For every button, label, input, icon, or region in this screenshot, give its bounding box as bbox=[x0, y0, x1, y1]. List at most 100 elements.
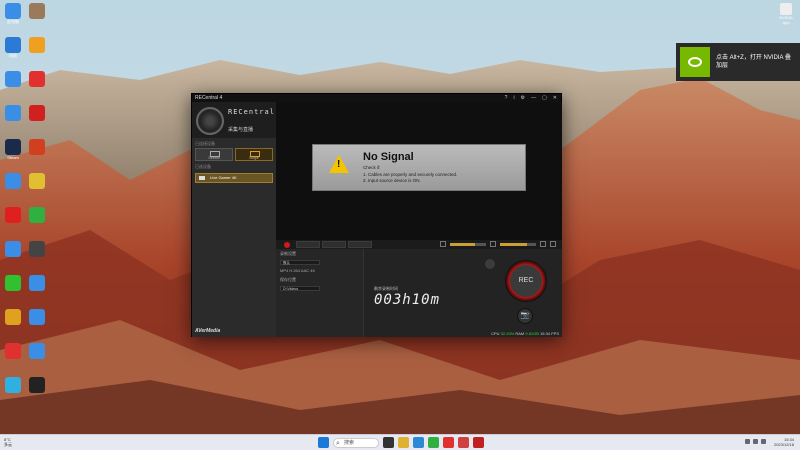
folder-field[interactable]: D:\Videos bbox=[280, 286, 320, 291]
desktop-icon[interactable] bbox=[2, 105, 24, 121]
wps-icon[interactable] bbox=[443, 437, 454, 448]
desktop-icon[interactable] bbox=[2, 343, 24, 359]
app-icon bbox=[29, 105, 45, 121]
snapshot-camera-icon[interactable]: 📷 bbox=[517, 308, 533, 324]
clock[interactable]: 15:34 2023/12/18 bbox=[774, 437, 794, 447]
record-mode-icon[interactable] bbox=[284, 241, 290, 248]
window-control-icon[interactable]: ▢ bbox=[542, 94, 547, 102]
desktop-icon[interactable] bbox=[26, 3, 48, 19]
settings-label: 录制设置 bbox=[280, 251, 296, 256]
window-control-icon[interactable]: — bbox=[531, 94, 536, 102]
app-icon bbox=[5, 3, 21, 19]
nvidia-overlay-notification[interactable]: 点击 Alt+Z，打开 NVIDIA 叠 加层 bbox=[676, 43, 800, 81]
taskbar-apps: 搜索 bbox=[318, 437, 484, 448]
desktop-icon[interactable]: Steam bbox=[2, 139, 24, 160]
ram-value: 9.51GB bbox=[525, 331, 539, 336]
timer-value: 003h10m bbox=[374, 292, 441, 308]
weather-widget[interactable]: 8°C 多云 bbox=[4, 437, 12, 447]
tab-snapshot[interactable] bbox=[322, 241, 346, 248]
desktop-icon-label: 此电脑 bbox=[7, 19, 19, 24]
app-icon bbox=[29, 139, 45, 155]
mic-slider[interactable] bbox=[500, 242, 536, 246]
control-panel: 录制设置 默认 MP4 H.264 AAC 4K 保存位置 D:\Videos … bbox=[276, 240, 562, 337]
profile-select[interactable]: 默认 bbox=[280, 260, 320, 265]
file-explorer-icon[interactable] bbox=[398, 437, 409, 448]
desktop-icon[interactable] bbox=[2, 377, 24, 393]
device-stream-button[interactable]: Stream bbox=[195, 148, 233, 161]
system-tray[interactable] bbox=[745, 439, 766, 444]
device-selector: Stream Single bbox=[192, 148, 276, 161]
pause-button[interactable] bbox=[484, 258, 496, 270]
desktop-icon[interactable]: 此电脑 bbox=[2, 3, 24, 24]
desktop-icon[interactable] bbox=[26, 173, 48, 189]
volume-slider[interactable] bbox=[450, 242, 486, 246]
desktop-icon[interactable] bbox=[2, 275, 24, 291]
fullscreen-icon[interactable] bbox=[550, 241, 556, 247]
nvidia-app-desktop-icon[interactable]: NVIDIA App bbox=[776, 3, 796, 25]
desktop-icon[interactable] bbox=[26, 139, 48, 155]
desktop-icon[interactable] bbox=[26, 241, 48, 257]
avermedia-logo: AVerMedia bbox=[195, 328, 221, 334]
clock-date: 2023/12/18 bbox=[773, 442, 794, 447]
video-preview: ! No Signal Check if: 1. Cables are prop… bbox=[276, 102, 562, 240]
remaining-time-display: 剩余录制时间 003h10m bbox=[374, 286, 440, 308]
status-time: 15:34 bbox=[540, 331, 551, 336]
mode-dial-icon[interactable] bbox=[196, 107, 224, 135]
desktop-icon[interactable] bbox=[2, 207, 24, 223]
rec-button[interactable]: REC bbox=[505, 260, 547, 302]
notification-line2: 加层 bbox=[716, 63, 729, 69]
desktop-icon[interactable] bbox=[26, 309, 48, 325]
window-control-icon[interactable]: ? bbox=[505, 94, 508, 102]
taskbar-search[interactable]: 搜索 bbox=[333, 437, 379, 448]
tray-icon[interactable] bbox=[753, 439, 758, 444]
desktop-icon[interactable] bbox=[26, 275, 48, 291]
mic-icon[interactable] bbox=[490, 241, 496, 247]
desktop-icon[interactable] bbox=[2, 241, 24, 257]
window-control-icon[interactable]: ✕ bbox=[553, 94, 557, 102]
desktop-icon[interactable] bbox=[26, 207, 48, 223]
app-icon bbox=[29, 309, 45, 325]
edge-icon[interactable] bbox=[413, 437, 424, 448]
desktop-icon[interactable] bbox=[2, 71, 24, 87]
record-settings-pane: 录制设置 默认 MP4 H.264 AAC 4K 保存位置 D:\Videos bbox=[276, 249, 364, 337]
nvidia-logo-icon bbox=[680, 47, 710, 77]
cpu-value: 32.20% bbox=[500, 331, 515, 336]
app-icon bbox=[29, 275, 45, 291]
app-icon[interactable] bbox=[458, 437, 469, 448]
app-icon bbox=[29, 71, 45, 87]
recentral-window: RECentral 4 ? i ⚙ — ▢ ✕ RECentral 采集与直播 已连接设备… bbox=[191, 93, 562, 337]
window-control-icon[interactable]: ⚙ bbox=[521, 94, 525, 102]
layout-icon[interactable] bbox=[540, 241, 546, 247]
app-icon bbox=[5, 71, 21, 87]
device-single-button[interactable]: Single bbox=[235, 148, 273, 161]
app-icon bbox=[5, 309, 21, 325]
desktop-icon[interactable] bbox=[26, 71, 48, 87]
desktop-icon[interactable] bbox=[26, 343, 48, 359]
start-button-icon[interactable] bbox=[318, 437, 329, 448]
desktop-icon-label: 网络 bbox=[9, 53, 17, 58]
tray-icon[interactable] bbox=[745, 439, 750, 444]
no-signal-dialog: ! No Signal Check if: 1. Cables are prop… bbox=[312, 144, 526, 191]
desktop-icon[interactable] bbox=[2, 309, 24, 325]
selected-device-button[interactable]: Live Gamer 4K bbox=[195, 173, 273, 183]
weather-desc: 多云 bbox=[4, 442, 12, 447]
no-signal-title: No Signal bbox=[363, 151, 414, 163]
window-control-icon[interactable]: i bbox=[513, 94, 514, 102]
tab-stream[interactable] bbox=[296, 241, 320, 248]
tray-icon[interactable] bbox=[761, 439, 766, 444]
chrome-icon[interactable] bbox=[428, 437, 439, 448]
recentral-taskbar-icon[interactable] bbox=[473, 437, 484, 448]
window-titlebar[interactable]: RECentral 4 ? i ⚙ — ▢ ✕ bbox=[192, 94, 561, 102]
app-icon bbox=[5, 241, 21, 257]
desktop-icon[interactable] bbox=[26, 377, 48, 393]
status-bar: CPU 32.20% RAM 9.51GB 15:34 FPS bbox=[491, 331, 559, 336]
desktop-icon[interactable] bbox=[26, 105, 48, 121]
tab-settings[interactable] bbox=[348, 241, 372, 248]
source-section-label: 已选设备 bbox=[195, 164, 211, 169]
desktop-icon[interactable] bbox=[26, 37, 48, 53]
speaker-icon[interactable] bbox=[440, 241, 446, 247]
desktop-icon[interactable] bbox=[2, 173, 24, 189]
task-view-icon[interactable] bbox=[383, 437, 394, 448]
nvidia-app-icon bbox=[780, 3, 792, 15]
desktop-icon[interactable]: 网络 bbox=[2, 37, 24, 58]
